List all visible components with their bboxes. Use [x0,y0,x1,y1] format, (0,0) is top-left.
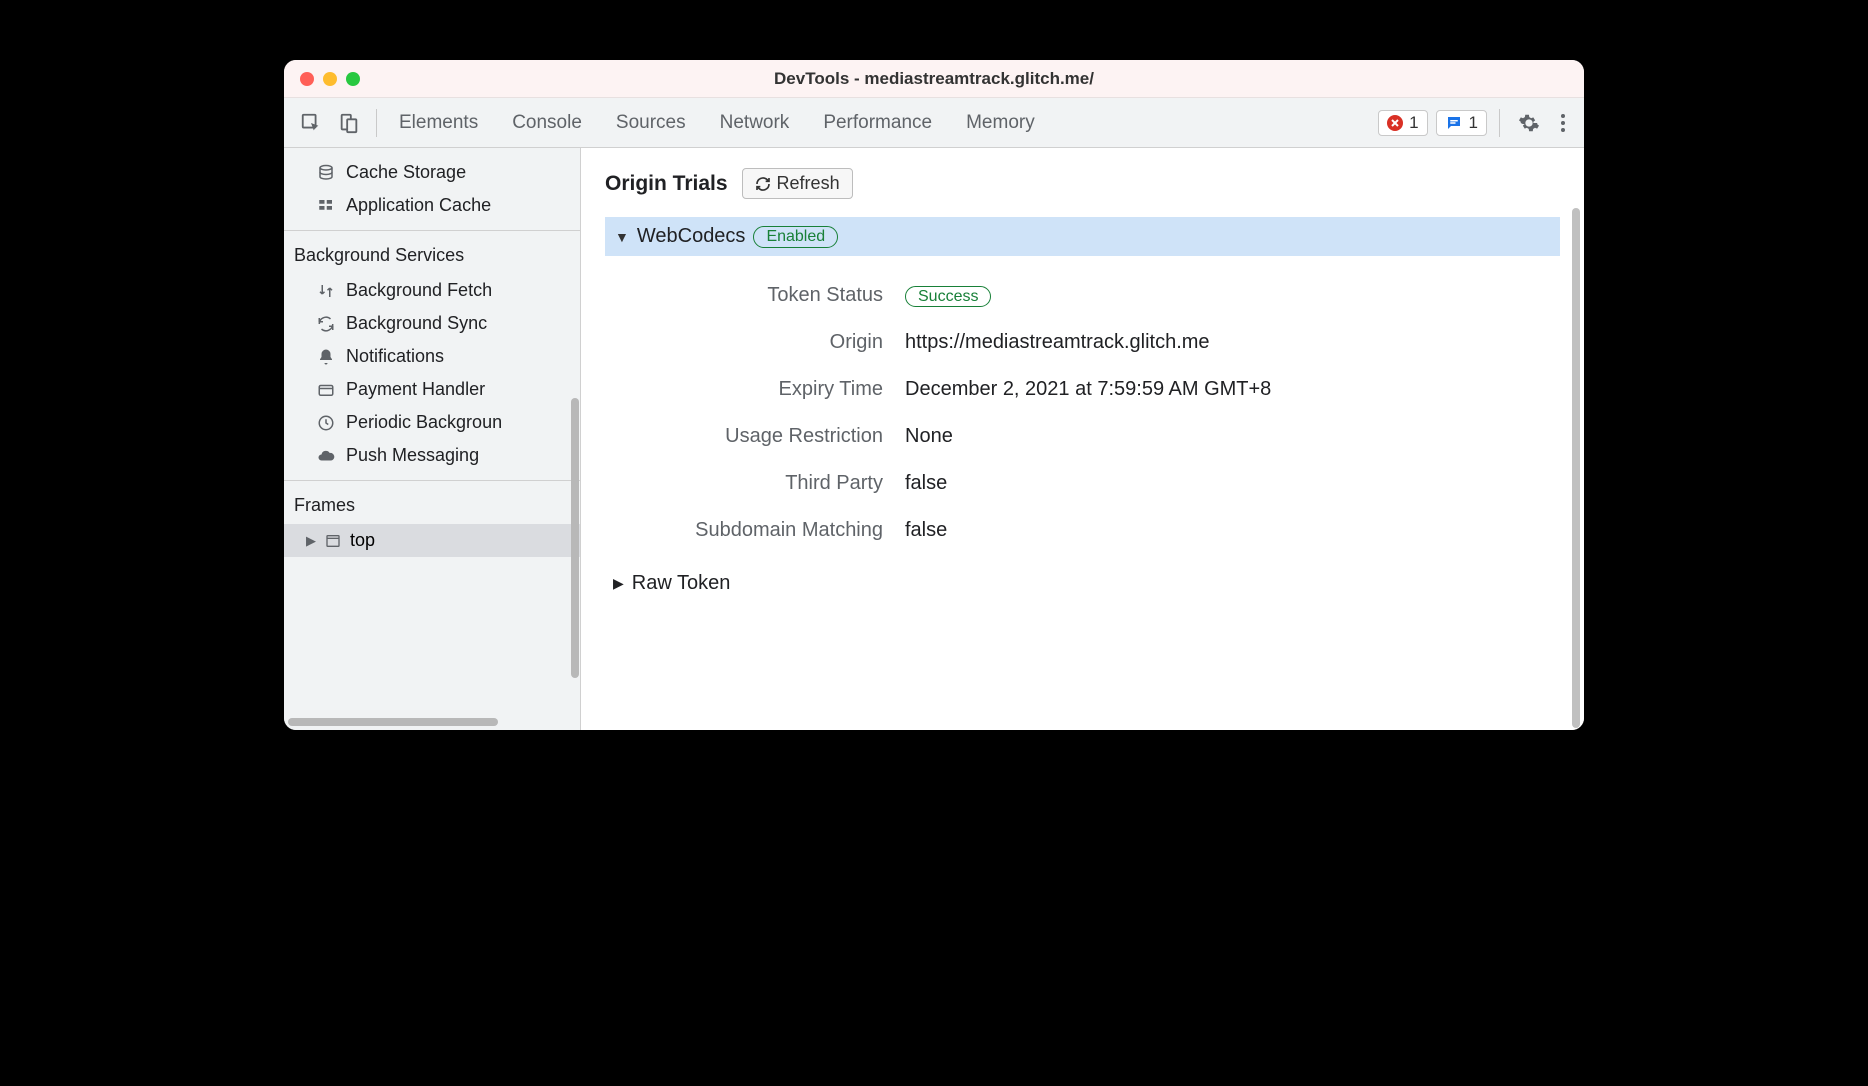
collapse-caret-icon: ▼ [615,229,629,245]
sidebar-item-push-messaging[interactable]: Push Messaging [284,439,580,472]
sidebar-label: Periodic Backgroun [346,412,502,433]
panel-tabs: Elements Console Sources Network Perform… [399,112,1035,134]
database-icon [316,163,336,183]
tab-sources[interactable]: Sources [616,112,686,134]
message-count-value: 1 [1469,113,1478,133]
detail-label: Third Party [605,472,905,495]
detail-label: Expiry Time [605,378,905,401]
main-panel: Origin Trials Refresh ▼ WebCodecs Enable… [581,148,1584,730]
section-title: Origin Trials [605,172,728,196]
tab-elements[interactable]: Elements [399,112,478,134]
inspect-element-icon[interactable] [296,108,326,138]
detail-value: December 2, 2021 at 7:59:59 AM GMT+8 [905,378,1271,401]
origin-trial-row[interactable]: ▼ WebCodecs Enabled [605,217,1560,256]
tab-performance[interactable]: Performance [823,112,932,134]
detail-value: false [905,519,947,542]
detail-value: None [905,425,953,448]
detail-row-usage: Usage Restriction None [605,413,1560,460]
tab-memory[interactable]: Memory [966,112,1035,134]
detail-label: Origin [605,331,905,354]
sidebar-label: Payment Handler [346,379,485,400]
detail-value: https://mediastreamtrack.glitch.me [905,331,1210,354]
devtools-body: Cache Storage Application Cache Backgrou… [284,148,1584,730]
transfer-icon [316,281,336,301]
traffic-lights [300,72,360,86]
close-window-button[interactable] [300,72,314,86]
clock-icon [316,413,336,433]
sidebar-item-payment-handler[interactable]: Payment Handler [284,373,580,406]
sidebar-section-background-services: Background Services [284,230,580,274]
bell-icon [316,347,336,367]
detail-row-subdomain: Subdomain Matching false [605,507,1560,554]
sidebar-label: Background Sync [346,313,487,334]
maximize-window-button[interactable] [346,72,360,86]
sidebar-label: top [350,530,375,551]
origin-trials-header: Origin Trials Refresh [605,168,1560,199]
message-count-badge[interactable]: 1 [1436,110,1487,136]
sync-icon [316,314,336,334]
expand-caret-icon: ▶ [613,575,624,592]
detail-value: false [905,472,947,495]
trial-status-pill: Enabled [753,226,838,248]
sidebar-label: Cache Storage [346,162,466,183]
more-options-icon[interactable] [1554,112,1572,134]
detail-row-origin: Origin https://mediastreamtrack.glitch.m… [605,319,1560,366]
error-count-badge[interactable]: 1 [1378,110,1427,136]
frame-icon [324,532,342,550]
sidebar-vertical-scrollbar[interactable] [571,398,579,678]
sidebar-item-periodic-background[interactable]: Periodic Backgroun [284,406,580,439]
toolbar-divider [1499,109,1500,137]
minimize-window-button[interactable] [323,72,337,86]
sidebar-label: Push Messaging [346,445,479,466]
detail-label: Usage Restriction [605,425,905,448]
window-titlebar: DevTools - mediastreamtrack.glitch.me/ [284,60,1584,98]
trial-name: WebCodecs [637,225,746,248]
detail-label: Token Status [605,284,905,307]
refresh-button[interactable]: Refresh [742,168,853,199]
sidebar-section-frames: Frames [284,480,580,524]
sidebar-item-application-cache[interactable]: Application Cache [284,189,580,222]
error-count-value: 1 [1409,113,1418,133]
detail-label: Subdomain Matching [605,519,905,542]
tab-network[interactable]: Network [720,112,790,134]
raw-token-label: Raw Token [632,572,731,595]
detail-row-expiry: Expiry Time December 2, 2021 at 7:59:59 … [605,366,1560,413]
error-icon [1387,115,1403,131]
sidebar-label: Application Cache [346,195,491,216]
detail-value: Success [905,284,991,307]
raw-token-toggle[interactable]: ▶ Raw Token [605,566,1560,595]
credit-card-icon [316,380,336,400]
sidebar-horizontal-scrollbar[interactable] [288,718,498,726]
sidebar-item-background-sync[interactable]: Background Sync [284,307,580,340]
trial-details: Token Status Success Origin https://medi… [605,268,1560,566]
toolbar-divider [376,109,377,137]
tab-console[interactable]: Console [512,112,582,134]
device-toolbar-icon[interactable] [334,108,364,138]
sidebar-item-cache-storage[interactable]: Cache Storage [284,156,580,189]
grid-icon [316,196,336,216]
application-sidebar: Cache Storage Application Cache Backgrou… [284,148,581,730]
token-status-pill: Success [905,286,991,307]
detail-row-token-status: Token Status Success [605,272,1560,319]
cloud-icon [316,446,336,466]
sidebar-item-notifications[interactable]: Notifications [284,340,580,373]
detail-row-third-party: Third Party false [605,460,1560,507]
sidebar-frame-top[interactable]: ▶ top [284,524,580,557]
settings-icon[interactable] [1512,112,1546,134]
message-icon [1445,114,1463,132]
expand-caret-icon: ▶ [306,533,316,549]
devtools-window: DevTools - mediastreamtrack.glitch.me/ E… [284,60,1584,730]
refresh-icon [755,176,771,192]
devtools-toolbar: Elements Console Sources Network Perform… [284,98,1584,148]
sidebar-item-background-fetch[interactable]: Background Fetch [284,274,580,307]
window-title: DevTools - mediastreamtrack.glitch.me/ [774,69,1094,89]
sidebar-label: Notifications [346,346,444,367]
refresh-label: Refresh [777,173,840,194]
main-vertical-scrollbar[interactable] [1572,208,1580,728]
sidebar-label: Background Fetch [346,280,492,301]
